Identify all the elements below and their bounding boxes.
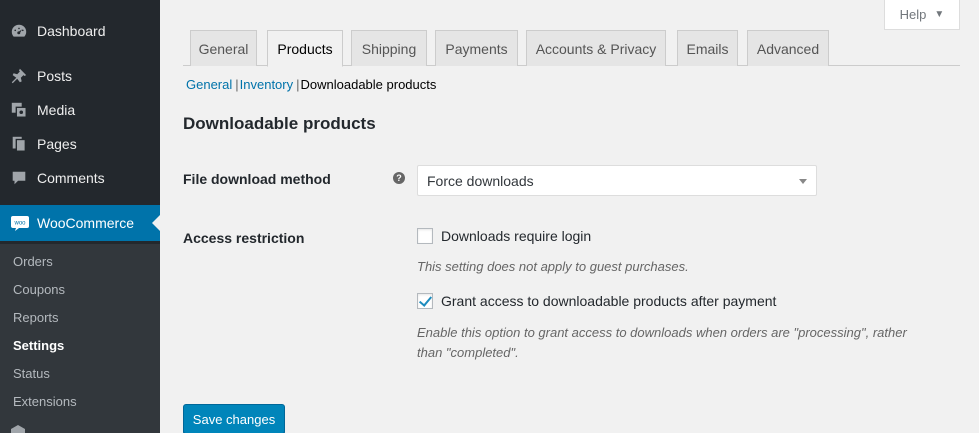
dashboard-icon bbox=[11, 24, 27, 37]
menu-item-comments[interactable]: Comments bbox=[0, 161, 160, 195]
menu-item-posts[interactable]: Posts bbox=[0, 59, 160, 93]
subnav-general[interactable]: General bbox=[186, 77, 232, 92]
grant-access-label[interactable]: Grant access to downloadable products af… bbox=[441, 293, 776, 309]
submenu-item-settings[interactable]: Settings bbox=[13, 338, 64, 353]
menu-label-posts: Posts bbox=[37, 68, 73, 84]
media-icon bbox=[11, 102, 27, 118]
require-login-label[interactable]: Downloads require login bbox=[441, 228, 591, 244]
grant-access-description-line-1: Enable this option to grant access to do… bbox=[417, 325, 907, 340]
submenu-item-extensions[interactable]: Extensions bbox=[13, 394, 77, 409]
tab-accounts-privacy[interactable]: Accounts & Privacy bbox=[526, 30, 666, 66]
woocommerce-icon: woo bbox=[11, 216, 29, 231]
submenu-item-reports[interactable]: Reports bbox=[13, 310, 59, 325]
require-login-checkbox[interactable] bbox=[417, 228, 433, 244]
subnav-separator: | bbox=[235, 77, 239, 92]
section-subnav: General |Inventory |Downloadable products bbox=[186, 77, 436, 92]
tab-advanced[interactable]: Advanced bbox=[747, 30, 829, 66]
products-icon[interactable] bbox=[10, 425, 26, 433]
menu-item-media[interactable]: Media bbox=[0, 93, 160, 127]
tab-products[interactable]: Products bbox=[267, 30, 343, 67]
settings-tabs: General Products Shipping Payments Accou… bbox=[183, 30, 960, 67]
woocommerce-submenu: Orders Coupons Reports Settings Status E… bbox=[0, 244, 160, 433]
access-restriction-label: Access restriction bbox=[183, 230, 305, 246]
menu-item-dashboard[interactable]: Dashboard bbox=[0, 14, 160, 48]
pages-icon bbox=[12, 136, 26, 152]
tab-payments[interactable]: Payments bbox=[435, 30, 518, 66]
menu-label-pages: Pages bbox=[37, 136, 77, 152]
subnav-downloadable-products: Downloadable products bbox=[300, 77, 437, 92]
file-download-method-select[interactable]: Force downloads bbox=[417, 165, 817, 196]
pin-icon bbox=[11, 68, 27, 84]
menu-item-pages[interactable]: Pages bbox=[0, 127, 160, 161]
select-value: Force downloads bbox=[427, 172, 534, 189]
menu-item-woocommerce[interactable]: woo WooCommerce bbox=[0, 205, 160, 241]
subnav-separator: | bbox=[296, 77, 300, 92]
menu-label-woocommerce: WooCommerce bbox=[37, 215, 134, 231]
section-title: Downloadable products bbox=[183, 114, 376, 133]
grant-access-option: Grant access to downloadable products af… bbox=[417, 293, 776, 309]
dropdown-arrow-icon bbox=[799, 179, 807, 184]
woo-logo-text: woo bbox=[13, 221, 26, 227]
tab-shipping[interactable]: Shipping bbox=[351, 30, 427, 66]
menu-label-comments: Comments bbox=[37, 170, 105, 186]
help-tip-icon[interactable]: ? bbox=[393, 172, 405, 184]
caret-down-icon: ▼ bbox=[934, 9, 945, 20]
file-download-method-label: File download method bbox=[183, 171, 331, 187]
save-changes-button[interactable]: Save changes bbox=[183, 404, 285, 433]
help-button[interactable]: Help ▼ bbox=[884, 0, 960, 30]
require-login-description: This setting does not apply to guest pur… bbox=[417, 259, 689, 274]
help-label: Help bbox=[899, 7, 927, 22]
subnav-inventory[interactable]: Inventory bbox=[240, 77, 293, 92]
current-menu-arrow bbox=[152, 215, 160, 231]
submenu-item-coupons[interactable]: Coupons bbox=[13, 282, 65, 297]
grant-access-description-line-2: than "completed". bbox=[417, 345, 519, 360]
menu-label-media: Media bbox=[37, 102, 76, 118]
comment-icon bbox=[12, 171, 26, 185]
tab-general[interactable]: General bbox=[190, 30, 257, 66]
grant-access-description: Enable this option to grant access to do… bbox=[417, 323, 907, 363]
grant-access-checkbox[interactable] bbox=[417, 293, 433, 309]
menu-label-dashboard: Dashboard bbox=[37, 23, 106, 39]
require-login-option: Downloads require login bbox=[417, 228, 591, 244]
submenu-item-orders[interactable]: Orders bbox=[13, 254, 53, 269]
admin-sidebar: Dashboard Posts Media Pages Comments woo bbox=[0, 0, 160, 433]
submenu-item-status[interactable]: Status bbox=[13, 366, 50, 381]
tab-emails[interactable]: Emails bbox=[677, 30, 738, 66]
